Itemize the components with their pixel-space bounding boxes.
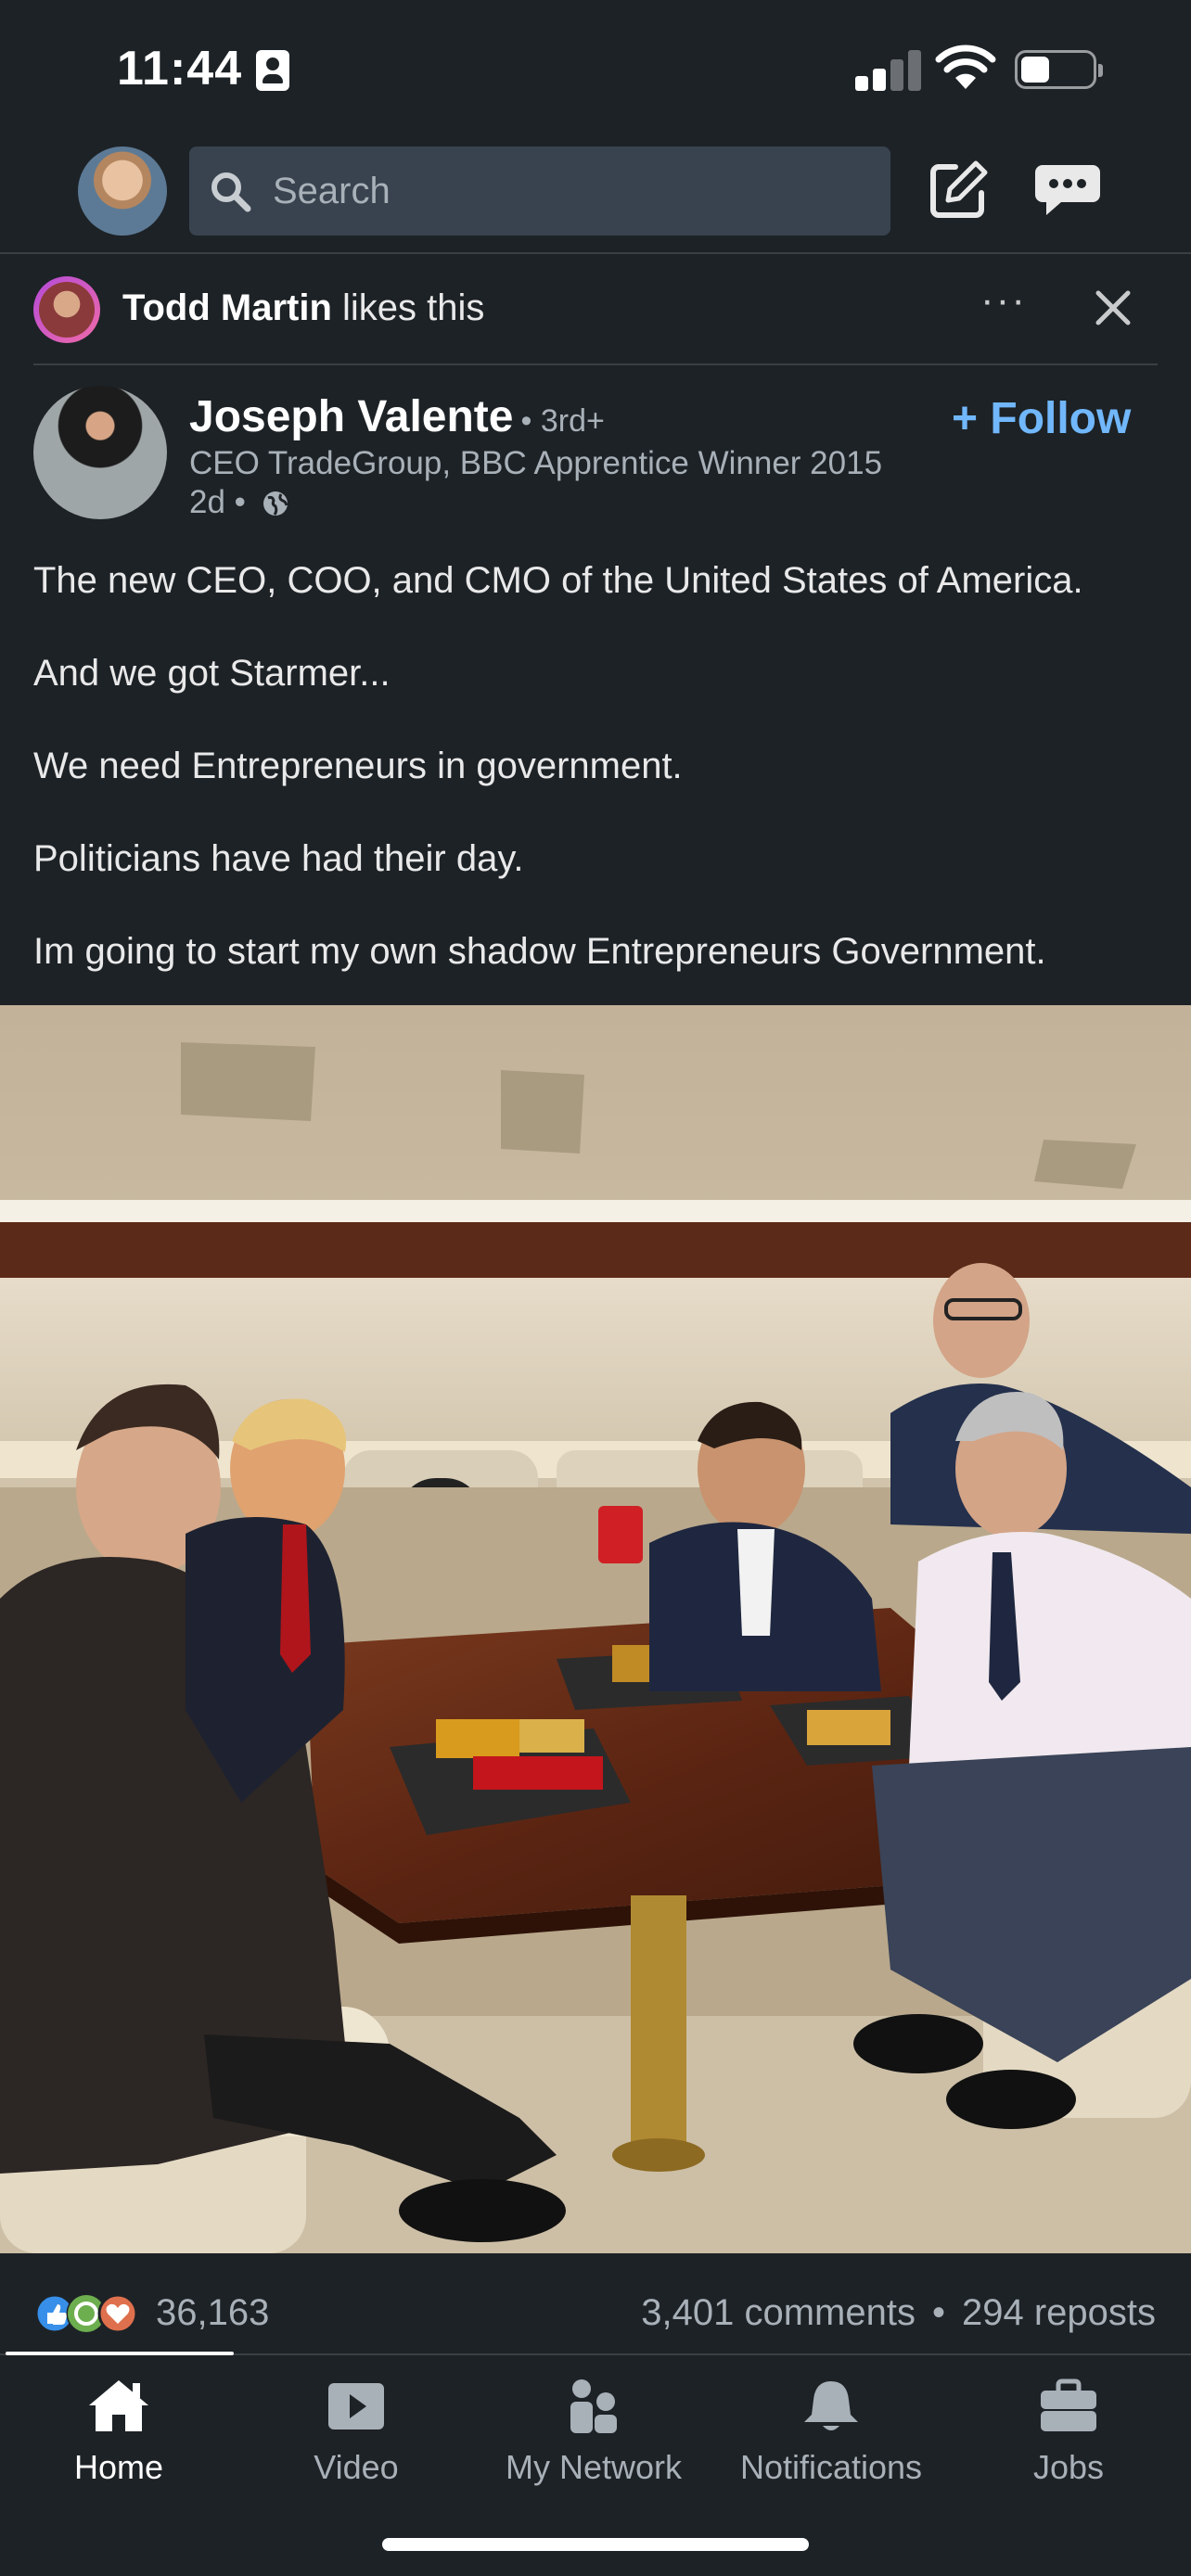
battery-icon xyxy=(1015,50,1103,89)
comments-count[interactable]: 3,401 comments xyxy=(641,2292,916,2333)
author-avatar[interactable] xyxy=(33,386,167,519)
network-icon xyxy=(570,2379,617,2433)
status-time: 11:44 xyxy=(117,42,243,96)
liker-name[interactable]: Todd Martin xyxy=(122,287,332,328)
reaction-icons[interactable] xyxy=(33,2292,147,2335)
post-paragraph: The new CEO, COO, and CMO of the United … xyxy=(33,560,1083,601)
social-context-action: likes this xyxy=(331,287,485,328)
post-image[interactable] xyxy=(0,1005,1191,2253)
tab-my-network[interactable]: My Network xyxy=(475,2366,712,2506)
post-photo xyxy=(0,1005,1191,2253)
tab-my-network-label: My Network xyxy=(505,2448,683,2486)
briefcase-icon xyxy=(1041,2378,1096,2431)
cellular-signal-icon xyxy=(855,48,922,91)
messaging-icon[interactable] xyxy=(1033,161,1102,219)
tab-video-label: Video xyxy=(314,2448,399,2486)
post-time-row: 2d • xyxy=(189,484,290,521)
separator-dot: • xyxy=(931,2292,945,2333)
comments-reposts: 3,401 comments • 294 reposts xyxy=(641,2292,1156,2334)
active-tab-indicator xyxy=(6,2352,234,2355)
status-bar: 11:44 xyxy=(0,0,1191,139)
post-paragraph: Im going to start my own shadow Entrepre… xyxy=(33,931,1046,972)
compose-icon[interactable] xyxy=(928,158,991,221)
bell-icon xyxy=(804,2381,858,2430)
tab-video[interactable]: Video xyxy=(237,2366,475,2506)
post-text: The new CEO, COO, and CMO of the United … xyxy=(33,556,1174,1020)
tab-home-label: Home xyxy=(73,2448,164,2486)
contact-card-icon xyxy=(256,50,289,91)
connection-degree: • 3rd+ xyxy=(520,403,605,439)
author-name[interactable]: Joseph Valente xyxy=(189,392,513,441)
post-header: Joseph Valente • 3rd+ CEO TradeGroup, BBC… xyxy=(0,380,1191,529)
search-placeholder: Search xyxy=(273,171,391,211)
video-icon xyxy=(328,2383,384,2429)
post-paragraph: Politicians have had their day. xyxy=(33,838,524,879)
reposts-count[interactable]: 294 reposts xyxy=(962,2292,1156,2333)
search-icon xyxy=(211,172,251,212)
more-options-icon[interactable]: ··· xyxy=(978,280,1030,334)
tab-notifications-label: Notifications xyxy=(739,2448,923,2486)
reaction-count[interactable]: 36,163 xyxy=(156,2292,269,2334)
author-name-row[interactable]: Joseph Valente • 3rd+ xyxy=(189,391,605,442)
tab-jobs-label: Jobs xyxy=(1032,2448,1105,2486)
tab-home[interactable]: Home xyxy=(0,2366,237,2506)
home-icon xyxy=(89,2380,148,2431)
social-counts: 36,163 3,401 comments • 294 reposts xyxy=(0,2257,1191,2359)
tab-jobs[interactable]: Jobs xyxy=(950,2366,1187,2506)
top-navigation: Search xyxy=(0,139,1191,254)
close-icon[interactable] xyxy=(1087,282,1139,334)
social-context-text: Todd Martin likes this xyxy=(122,287,484,329)
social-context: Todd Martin likes this ··· xyxy=(0,256,1191,365)
globe-icon xyxy=(263,491,288,516)
my-profile-avatar[interactable] xyxy=(78,147,167,236)
post-time: 2d • xyxy=(189,484,246,520)
post-paragraph: We need Entrepreneurs in government. xyxy=(33,746,683,786)
post-paragraph: And we got Starmer... xyxy=(33,653,391,694)
wifi-icon xyxy=(935,45,996,89)
follow-button[interactable]: + Follow xyxy=(952,393,1131,444)
search-input[interactable]: Search xyxy=(189,147,890,236)
liker-avatar[interactable] xyxy=(33,276,100,343)
home-indicator[interactable] xyxy=(382,2538,809,2551)
divider xyxy=(33,363,1158,365)
author-headline: CEO TradeGroup, BBC Apprentice Winner 20… xyxy=(189,445,883,481)
tab-notifications[interactable]: Notifications xyxy=(712,2366,950,2506)
